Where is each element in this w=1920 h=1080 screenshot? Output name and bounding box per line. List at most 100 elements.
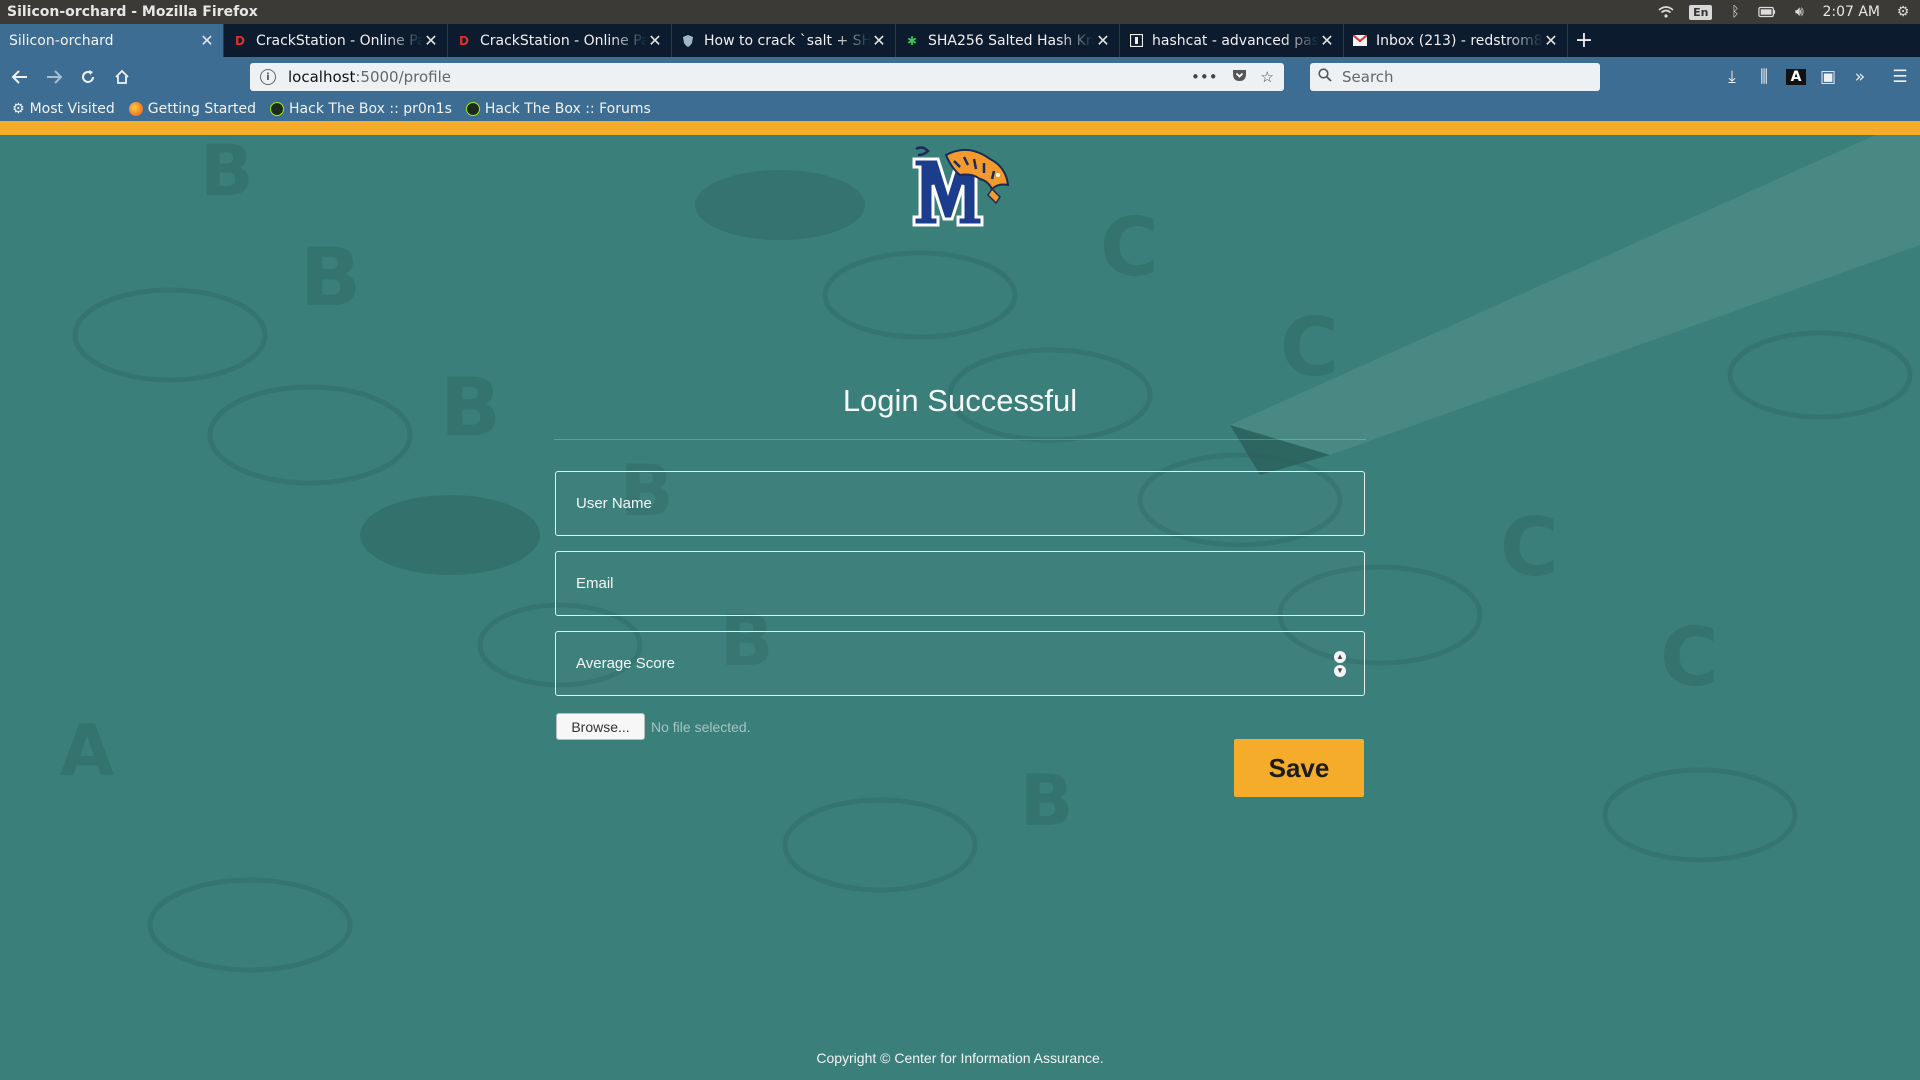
svg-text:C: C — [1100, 201, 1159, 294]
search-icon — [1318, 68, 1332, 86]
tab-title: Silicon-orchard — [9, 32, 114, 49]
university-tiger-logo — [912, 146, 1010, 227]
tab-inbox[interactable]: Inbox (213) - redstrom8 ✕ — [1344, 24, 1568, 57]
file-status-text: No file selected. — [651, 719, 751, 735]
downloads-icon[interactable]: ⤓ — [1722, 67, 1742, 87]
shield-icon — [681, 34, 695, 48]
copyright-footer: Copyright © Center for Information Assur… — [816, 1050, 1104, 1066]
volume-icon[interactable]: 🔊︎ — [1790, 3, 1808, 21]
url-actions: ••• ☆ — [1191, 63, 1274, 91]
bookmark-htb-profile[interactable]: Hack The Box :: pr0n1s — [270, 101, 452, 117]
crackstation-icon: D — [235, 33, 245, 48]
bookmark-label: Hack The Box :: pr0n1s — [289, 101, 452, 117]
save-button[interactable]: Save — [1234, 739, 1364, 797]
spinner-up-icon[interactable]: ▲ — [1334, 651, 1346, 663]
tab-crackstation-2[interactable]: D CrackStation - Online Pa ✕ — [448, 24, 672, 57]
bookmark-htb-forums[interactable]: Hack The Box :: Forums — [465, 101, 651, 117]
tab-crackstation-1[interactable]: D CrackStation - Online Pa ✕ — [224, 24, 448, 57]
close-tab-icon[interactable]: ✕ — [199, 31, 215, 50]
reload-button[interactable] — [72, 61, 104, 93]
hamburger-menu-icon[interactable]: ☰ — [1890, 67, 1910, 87]
bluetooth-icon[interactable]: ᛒ — [1726, 3, 1744, 21]
clock[interactable]: 2:07 AM — [1822, 4, 1880, 20]
site-info-icon[interactable]: i — [260, 69, 276, 85]
number-spinner[interactable]: ▲ ▼ — [1334, 651, 1346, 677]
username-field[interactable]: User Name — [555, 471, 1365, 536]
svg-text:B: B — [200, 135, 253, 212]
close-tab-icon[interactable]: ✕ — [1095, 31, 1111, 50]
library-icon[interactable]: ⫼ — [1754, 67, 1774, 87]
wifi-icon[interactable] — [1657, 3, 1675, 21]
bookmark-star-icon[interactable]: ☆ — [1261, 68, 1274, 86]
close-tab-icon[interactable]: ✕ — [647, 31, 663, 50]
navigation-toolbar: i localhost:5000/profile ••• ☆ Search ⤓ … — [0, 57, 1920, 97]
average-score-placeholder: Average Score — [576, 655, 675, 672]
system-tray: En ᛒ 🔊︎ 2:07 AM ⚙ — [1657, 0, 1912, 24]
gear-icon: ⚙ — [12, 101, 25, 117]
forward-button[interactable] — [38, 61, 70, 93]
toolbar-right: ⤓ ⫼ A ▣ » ☰ — [1722, 57, 1920, 97]
tab-how-to-crack[interactable]: How to crack `salt + SHA ✕ — [672, 24, 896, 57]
window-title: Silicon-orchard - Mozilla Firefox — [7, 4, 258, 20]
sidebar-icon[interactable]: ▣ — [1818, 67, 1838, 87]
tab-sha256-salted[interactable]: ✱ SHA256 Salted Hash Kra ✕ — [896, 24, 1120, 57]
bookmark-getting-started[interactable]: Getting Started — [128, 101, 257, 117]
username-placeholder: User Name — [576, 495, 652, 512]
average-score-field[interactable]: Average Score ▲ ▼ — [555, 631, 1365, 696]
new-tab-button[interactable]: + — [1568, 24, 1600, 57]
back-button[interactable] — [4, 61, 36, 93]
overflow-chevron-icon[interactable]: » — [1850, 67, 1870, 87]
htb-icon — [270, 102, 285, 116]
bookmark-label: Hack The Box :: Forums — [484, 101, 651, 117]
bookmarks-toolbar: ⚙ Most Visited Getting Started Hack The … — [0, 97, 1920, 121]
bug-icon: ✱ — [906, 33, 918, 48]
address-bar[interactable]: i localhost:5000/profile ••• ☆ — [250, 63, 1284, 91]
firefox-icon — [128, 102, 143, 116]
svg-text:A: A — [60, 710, 114, 792]
gmail-icon — [1353, 34, 1367, 48]
browse-file-button[interactable]: Browse... — [556, 713, 645, 740]
tab-hashcat[interactable]: hashcat - advanced pass ✕ — [1120, 24, 1344, 57]
svg-text:B: B — [440, 361, 501, 454]
close-tab-icon[interactable]: ✕ — [871, 31, 887, 50]
close-tab-icon[interactable]: ✕ — [423, 31, 439, 50]
bookmark-label: Getting Started — [147, 101, 257, 117]
tab-title: How to crack `salt + SHA — [704, 32, 871, 49]
spinner-down-icon[interactable]: ▼ — [1334, 665, 1346, 677]
tab-strip: Silicon-orchard ✕ D CrackStation - Onlin… — [0, 24, 1920, 57]
svg-text:C: C — [1660, 611, 1719, 704]
svg-text:B: B — [300, 231, 361, 324]
svg-text:C: C — [1280, 301, 1339, 394]
svg-text:B: B — [1020, 760, 1073, 842]
home-button[interactable] — [106, 61, 138, 93]
close-tab-icon[interactable]: ✕ — [1319, 31, 1335, 50]
page-actions-icon[interactable]: ••• — [1191, 68, 1218, 86]
tab-title: CrackStation - Online Pa — [256, 32, 423, 49]
os-top-bar: Silicon-orchard - Mozilla Firefox En ᛒ 🔊… — [0, 0, 1920, 24]
page-content: B B B B B C C C C A B Login Successful U… — [0, 121, 1920, 1080]
htb-icon — [465, 102, 480, 116]
email-placeholder: Email — [576, 575, 614, 592]
search-placeholder: Search — [1342, 68, 1394, 86]
svg-text:C: C — [1500, 501, 1559, 594]
title-divider — [554, 439, 1366, 440]
page-title: Login Successful — [842, 383, 1078, 418]
email-field[interactable]: Email — [555, 551, 1365, 616]
search-input[interactable]: Search — [1310, 63, 1600, 91]
reader-font-icon[interactable]: A — [1786, 69, 1806, 85]
tab-title: SHA256 Salted Hash Kra — [928, 32, 1095, 49]
pocket-icon[interactable] — [1232, 68, 1247, 86]
keyboard-layout-indicator[interactable]: En — [1689, 4, 1713, 20]
tab-title: CrackStation - Online Pa — [480, 32, 647, 49]
crackstation-icon: D — [459, 33, 469, 48]
hashcat-icon — [1129, 34, 1143, 48]
settings-gear-icon[interactable]: ⚙ — [1894, 3, 1912, 21]
battery-icon[interactable] — [1758, 3, 1776, 21]
tab-silicon-orchard[interactable]: Silicon-orchard ✕ — [0, 24, 224, 57]
top-accent-strip — [0, 121, 1920, 135]
url-path: :5000/profile — [355, 68, 452, 86]
tab-title: hashcat - advanced pass — [1152, 32, 1319, 49]
bookmark-most-visited[interactable]: ⚙ Most Visited — [12, 101, 115, 117]
bookmark-label: Most Visited — [29, 101, 115, 117]
close-tab-icon[interactable]: ✕ — [1543, 31, 1559, 50]
